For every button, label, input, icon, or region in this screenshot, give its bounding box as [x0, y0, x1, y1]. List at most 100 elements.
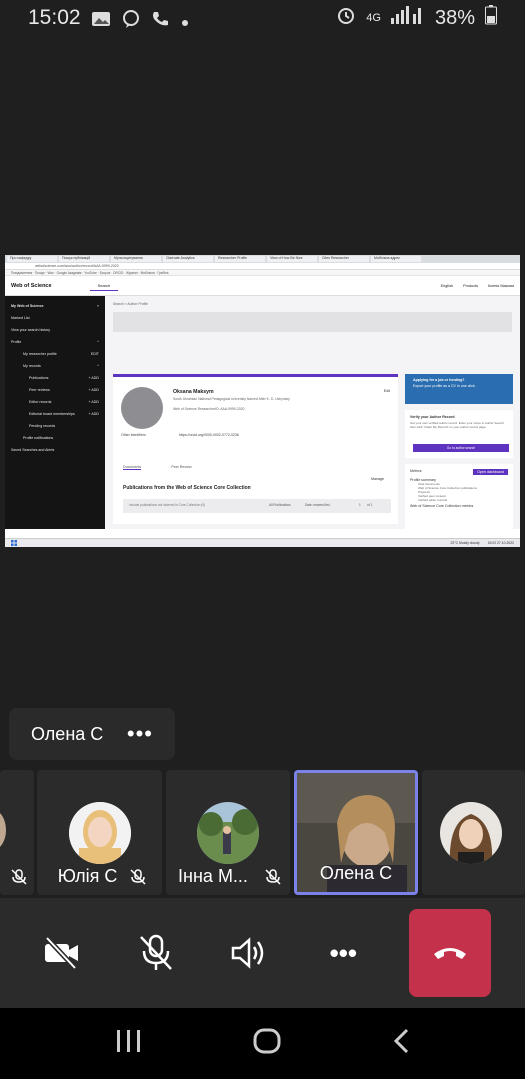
verify-text: Get your own verified author record. Ent… [410, 421, 505, 429]
home-icon [253, 1028, 280, 1054]
hang-up-button[interactable] [409, 909, 492, 997]
core-metrics-title: Web of Science Core Collection metrics [410, 504, 474, 508]
verify-box: Verify your Author Record Get your own v… [405, 410, 513, 458]
gallery-notification-icon [91, 10, 111, 26]
publications-filter-bar: Include publications not indexed in Core… [123, 499, 391, 513]
page-total: of 1 [367, 503, 373, 507]
participant-name: Олена С [319, 863, 393, 883]
wos-sidebar-item: Profile ^ [11, 340, 99, 344]
other-identifiers: Other identifiers [121, 433, 146, 437]
wos-user: Ксенія Максим [488, 283, 514, 288]
wos-sidebar-item: My researcher profile EDIT [23, 352, 99, 356]
participant-tile-active[interactable]: Олена С [294, 770, 418, 895]
verify-title: Verify your Author Record [410, 415, 455, 419]
profile-card: Oksana Maksym Edit South Ukrainian Natio… [113, 374, 398, 524]
wos-sidebar-item: Saved Searches and Alerts [11, 448, 55, 452]
wos-logo: Web of Science [11, 282, 52, 289]
wos-sidebar: My Web of Science « Marked List View your… [5, 296, 105, 529]
taskbar-clock: 15:02 27.10.2022 [487, 541, 514, 545]
author-search-button: Go to author search [413, 444, 509, 452]
battery-icon [485, 5, 497, 31]
speaker-button[interactable] [222, 923, 278, 983]
browser-tab: Про кафедру [7, 256, 57, 262]
participant-tile[interactable] [0, 770, 34, 895]
wos-language: English [440, 283, 454, 288]
mic-off-icon [139, 934, 172, 970]
wos-sidebar-item: Editor records + ADD [29, 400, 99, 404]
participant-avatar [197, 802, 259, 864]
wos-sidebar-item: Peer reviews + ADD [29, 388, 99, 392]
clock: 15:02 [28, 6, 81, 29]
profile-avatar [121, 387, 163, 429]
participant-tile[interactable]: Юлія С [37, 770, 162, 895]
wos-products: Products [463, 283, 479, 288]
tab-peer-review: Peer Review [171, 465, 192, 469]
participant-name: Юлія С [57, 866, 118, 886]
back-button[interactable] [392, 1028, 410, 1059]
browser-tab: View of How Be Nice [267, 256, 317, 262]
profile-name: Oksana Maksym [173, 389, 214, 395]
participant-avatar [440, 802, 503, 864]
wos-sidebar-item: My Web of Science « [11, 304, 99, 308]
wos-sidebar-item: Profile notifications [23, 436, 54, 440]
alarm-icon [336, 5, 356, 31]
cv-export-box: Applying for a job or funding? Export yo… [405, 374, 513, 404]
home-button[interactable] [253, 1028, 281, 1059]
back-icon [393, 1028, 408, 1054]
wos-sidebar-item: Marked List [11, 316, 30, 320]
phone-icon [151, 10, 171, 26]
metrics-box: Metrics Open dashboard Profile summary T… [405, 464, 513, 534]
profile-edit: Edit [383, 389, 390, 393]
mic-muted-icon [129, 868, 147, 886]
participant-avatar [68, 802, 131, 864]
profile-rid: Web of Science ResearcherID: AAA-9999-20… [173, 407, 245, 411]
participant-tile[interactable] [422, 770, 525, 895]
taskbar-weather: 22°C Mostly cloudy [450, 541, 480, 545]
address-bar: webofscience.com/wos/author/record/AAA-9… [5, 263, 520, 270]
recent-apps-button[interactable] [116, 1029, 142, 1058]
participant-name: Інна М... [178, 866, 248, 886]
dot-icon [181, 10, 189, 26]
status-bar: 15:02 4G 38% [0, 0, 525, 36]
shared-screen: Про кафедру Пошук публікацій Мультицитув… [5, 255, 520, 547]
browser-tab: Пошук публікацій [59, 256, 109, 262]
viber-icon [121, 10, 141, 28]
browser-tab: Researcher Profile [215, 256, 265, 262]
wos-sidebar-item: Pending records [29, 424, 56, 428]
wos-sidebar-item: My records ^ [23, 364, 99, 368]
windows-taskbar: 22°C Mostly cloudy 15:02 27.10.2022 [5, 538, 520, 547]
active-speaker-name: Олена С [31, 723, 104, 744]
windows-start-icon [11, 539, 17, 547]
profile-affiliation: South Ukrainian National Pedagogical Uni… [173, 397, 290, 401]
open-dashboard-button: Open dashboard [473, 469, 508, 475]
banner-placeholder [113, 312, 512, 332]
wos-header: Web of Science Search English Products К… [5, 276, 520, 296]
more-actions-button[interactable]: ••• [315, 923, 371, 983]
orcid-link: https://orcid.org/0000-0002-0772-0236 [179, 433, 239, 437]
hang-up-icon [434, 948, 467, 959]
browser-tab: Cites Researcher [319, 256, 369, 262]
browser-tab-strip: Про кафедру Пошук публікацій Мультицитув… [5, 255, 520, 263]
all-pubs-select: All Publications [269, 503, 291, 507]
page-number: 1 [359, 503, 361, 507]
include-checkbox-label: Include publications not indexed in Core… [129, 503, 206, 507]
cv-export-title: Applying for a job or funding? [413, 378, 465, 382]
wos-sidebar-item: Editorial board memberships + ADD [29, 412, 99, 416]
more-options-button[interactable]: ••• [127, 721, 153, 747]
active-speaker-chip[interactable]: Олена С ••• [9, 708, 175, 760]
tab-documents: Documents [123, 465, 142, 470]
network-label: 4G [366, 12, 381, 24]
camera-toggle-button[interactable] [34, 923, 90, 983]
manage-link: Manage [371, 477, 384, 481]
right-column: Applying for a job or funding? Export yo… [405, 374, 513, 534]
profile-tabs: Documents Peer Review [123, 465, 192, 470]
publications-title: Publications from the Web of Science Cor… [123, 485, 251, 491]
call-controls: ••• [0, 898, 525, 1008]
mic-muted-icon [264, 868, 282, 886]
mic-muted-icon [10, 868, 28, 886]
wos-main: Search > Author Profile Oksana Maksym Ed… [105, 296, 520, 534]
breadcrumb: Search > Author Profile [113, 302, 148, 306]
mic-toggle-button[interactable] [128, 923, 184, 983]
participant-tile[interactable]: Інна М... [166, 770, 290, 895]
more-icon: ••• [329, 937, 357, 968]
